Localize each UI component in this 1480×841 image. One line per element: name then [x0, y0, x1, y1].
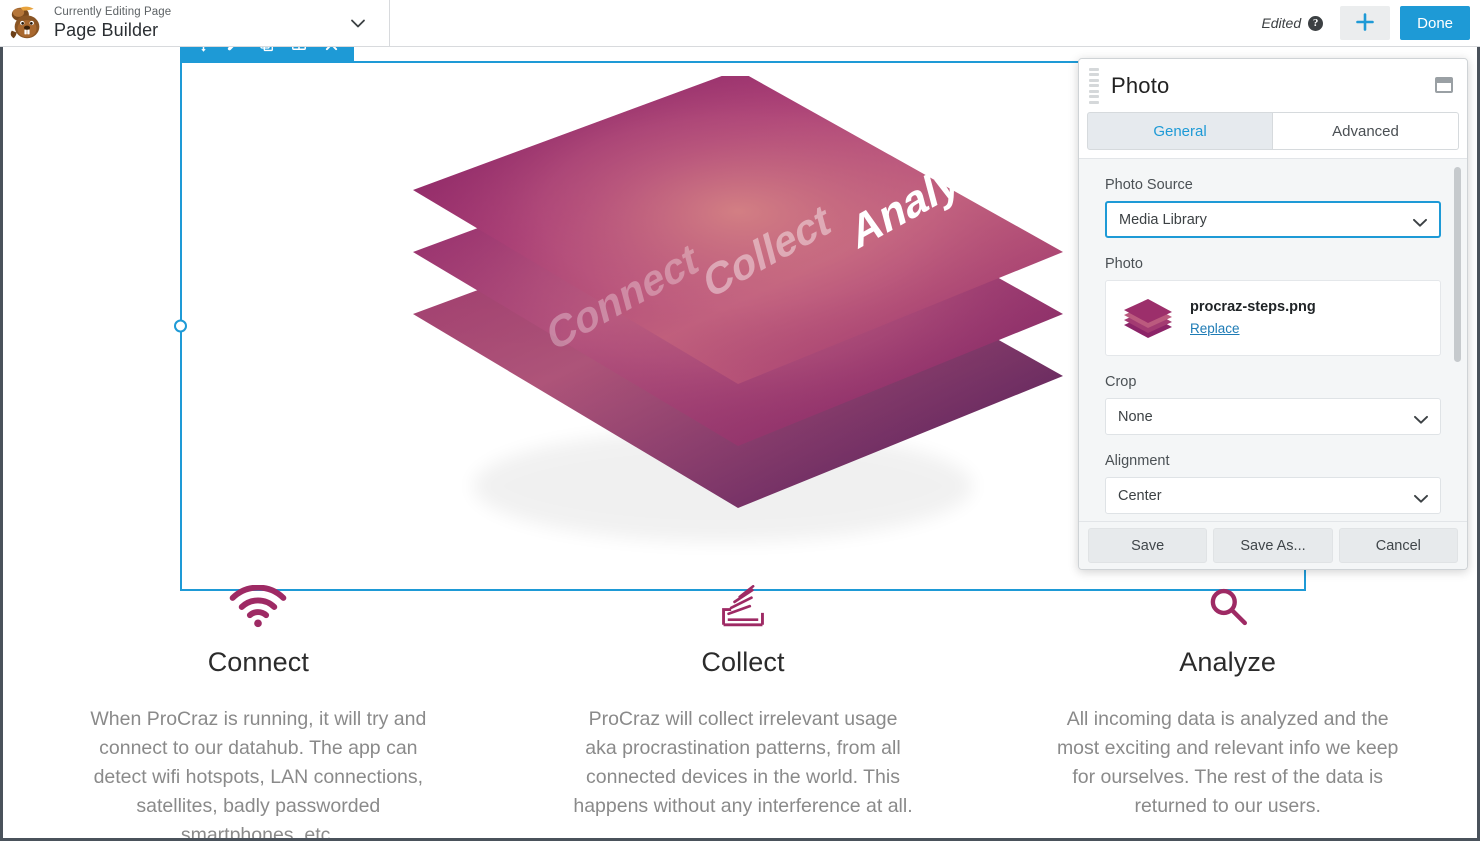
photo-source-value: Media Library	[1119, 211, 1207, 228]
crop-label: Crop	[1105, 374, 1137, 390]
duplicate-icon[interactable]	[254, 47, 280, 58]
edited-status: Edited	[1261, 15, 1302, 31]
move-icon[interactable]	[190, 47, 216, 58]
add-content-button[interactable]	[1340, 6, 1391, 40]
wifi-icon	[38, 567, 479, 629]
feature-body: All incoming data is analyzed and the mo…	[1056, 708, 1399, 817]
save-button[interactable]: Save	[1088, 528, 1208, 563]
photo-file-name: procraz-steps.png	[1190, 299, 1316, 315]
cancel-button[interactable]: Cancel	[1338, 528, 1458, 563]
panel-header: Photo	[1079, 59, 1467, 112]
panel-title: Photo	[1111, 72, 1170, 98]
save-as-button[interactable]: Save As...	[1213, 528, 1333, 563]
plus-icon	[1354, 11, 1376, 36]
photo-source-label: Photo Source	[1105, 177, 1193, 193]
wrench-icon[interactable]	[222, 47, 248, 58]
chevron-down-icon	[1414, 412, 1428, 424]
features-row: Connect When ProCraz is running, it will…	[6, 567, 1477, 841]
feature-column-connect: Connect When ProCraz is running, it will…	[16, 567, 501, 841]
alignment-value: Center	[1118, 487, 1162, 504]
chevron-down-icon	[1414, 491, 1428, 503]
chevron-down-icon	[1413, 215, 1427, 227]
currently-editing-label: Currently Editing Page	[54, 5, 172, 18]
feature-column-collect: Collect ProCraz will collect irrelevant …	[501, 567, 986, 838]
photo-meta: procraz-steps.png Replace	[1190, 298, 1316, 338]
chevron-down-icon[interactable]	[349, 14, 367, 32]
resize-handle-left[interactable]	[174, 319, 187, 333]
feature-title: Collect	[701, 647, 785, 677]
photo-thumbnail	[1120, 295, 1176, 341]
panel-tabs: General Advanced	[1079, 112, 1467, 158]
search-magnifier-icon	[1007, 567, 1448, 629]
admin-bar: Currently Editing Page Page Builder Edit…	[0, 0, 1480, 47]
columns-icon[interactable]	[286, 47, 312, 58]
crop-select[interactable]: None	[1105, 398, 1441, 435]
photo-label: Photo	[1105, 256, 1143, 272]
photo-settings-panel: Photo General Advanced Photo Source Medi…	[1078, 58, 1468, 570]
panel-body: Photo Source Media Library Photo procraz…	[1079, 158, 1467, 521]
tab-advanced[interactable]: Advanced	[1273, 112, 1459, 150]
admin-bar-actions: Edited ? Done	[1261, 0, 1480, 46]
alignment-select[interactable]: Center	[1105, 477, 1441, 514]
photo-source-select[interactable]: Media Library	[1105, 201, 1441, 238]
beaver-logo-icon	[8, 4, 46, 42]
currently-editing-dropdown[interactable]: Currently Editing Page Page Builder	[0, 0, 390, 46]
replace-photo-link[interactable]: Replace	[1190, 321, 1240, 336]
close-icon[interactable]	[318, 47, 344, 58]
photo-preview-card[interactable]: procraz-steps.png Replace	[1105, 280, 1441, 356]
drag-handle-icon[interactable]	[1089, 67, 1099, 104]
window-restore-icon[interactable]	[1435, 77, 1453, 93]
field-photo: Photo procraz-steps.png Replace	[1105, 256, 1441, 356]
panel-scrollbar[interactable]	[1454, 167, 1461, 362]
field-crop: Crop None	[1105, 374, 1441, 435]
done-button[interactable]: Done	[1400, 6, 1470, 40]
feature-title: Connect	[207, 647, 309, 677]
alignment-label: Alignment	[1105, 453, 1170, 469]
feature-title: Analyze	[1179, 647, 1277, 677]
field-alignment: Alignment Center	[1105, 453, 1441, 514]
tab-general[interactable]: General	[1087, 112, 1273, 150]
feature-column-analyze: Analyze All incoming data is analyzed an…	[985, 567, 1470, 838]
module-toolbar	[180, 47, 354, 61]
feature-body: When ProCraz is running, it will try and…	[90, 708, 427, 841]
help-icon[interactable]: ?	[1308, 15, 1324, 31]
crop-value: None	[1118, 408, 1153, 425]
feature-body: ProCraz will collect irrelevant usage ak…	[573, 708, 913, 817]
inbox-download-icon	[523, 567, 964, 629]
page-builder-title: Page Builder	[54, 19, 159, 40]
field-photo-source: Photo Source Media Library	[1105, 177, 1441, 238]
panel-footer: Save Save As... Cancel	[1079, 521, 1467, 569]
